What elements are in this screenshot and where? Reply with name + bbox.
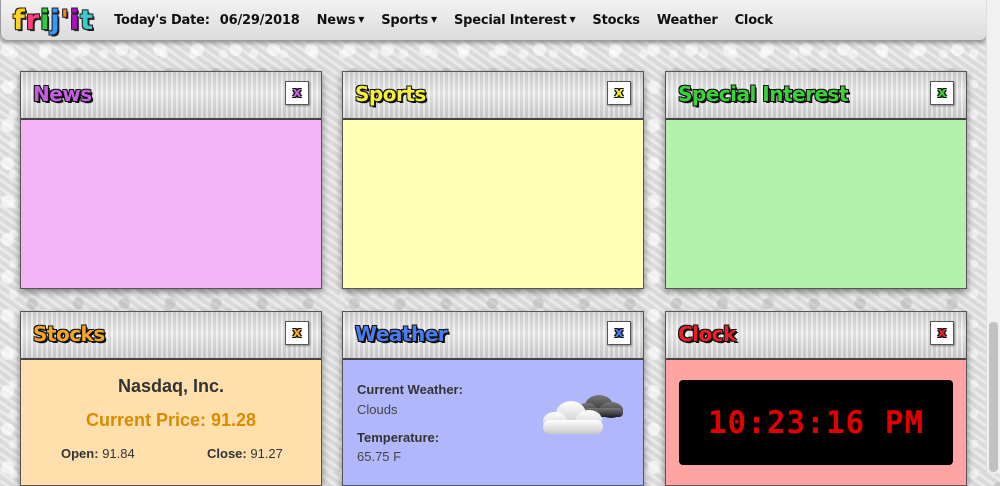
stocks-widget-body: Nasdaq, Inc. Current Price: 91.28 Open: … [21,360,321,485]
special-interest-close-button[interactable]: x [930,81,954,105]
weather-widget-title: Weather [355,322,448,346]
navbar: frij'it Today's Date: 06/29/2018 News ▼ S… [0,0,988,41]
logo-letter: f [13,4,26,36]
weather-close-button[interactable]: x [607,321,631,345]
stock-open-value: 91.84 [102,446,135,461]
nav-special-interest-dropdown[interactable]: Special Interest ▼ [453,12,576,28]
sports-widget: Sports x [342,71,644,289]
nav-news-label: News [316,12,356,28]
stocks-widget: Stocks x Nasdaq, Inc. Current Price: 91.… [20,311,322,486]
stocks-close-button[interactable]: x [285,321,309,345]
scrollbar-thumb[interactable] [989,322,998,472]
logo-letter: t [80,4,95,36]
special-interest-widget-body [666,120,966,288]
nav-stocks-link[interactable]: Stocks [592,13,640,28]
stock-open-label: Open: [61,446,99,461]
stocks-widget-header: Stocks x [21,312,321,360]
weather-widget: Weather x Current Weather: Clouds Temper… [342,311,644,486]
date-value: 06/29/2018 [219,12,300,28]
nav-news-dropdown[interactable]: News ▼ [317,13,365,28]
date-label: Today's Date: [114,12,210,28]
temperature-value: 65.75 F [357,449,402,464]
stock-close-value: 91.27 [250,446,283,461]
sports-widget-body [343,120,643,288]
weather-widget-body: Current Weather: Clouds Temperature: 65.… [343,360,643,485]
sports-close-button[interactable]: x [607,81,631,105]
news-widget: News x [20,71,322,289]
clock-widget: Clock x 10:23:16 PM [665,311,967,486]
stock-company-name: Nasdaq, Inc. [117,376,225,396]
stock-current-price: Current Price: 91.28 [85,410,257,430]
nav-sports-dropdown[interactable]: Sports ▼ [381,13,437,28]
special-interest-widget: Special Interest x [665,71,967,289]
clock-time: 10:23:16 PM [707,404,925,441]
logo-letter: j [50,4,61,36]
logo-letter: ' [60,4,70,36]
clock-widget-header: Clock x [666,312,966,360]
nav-clock-link[interactable]: Clock [735,13,773,28]
chevron-down-icon: ▼ [569,14,576,24]
cloud-icon [543,395,623,434]
special-interest-widget-header: Special Interest x [666,72,966,120]
clock-widget-body: 10:23:16 PM [666,360,966,485]
nav-special-interest-label: Special Interest [453,12,567,28]
logo-letter: i [40,4,51,36]
current-weather-label: Current Weather: [357,382,463,397]
nav-weather-link[interactable]: Weather [657,13,718,28]
chevron-down-icon: ▼ [358,14,365,24]
clock-display: 10:23:16 PM [679,380,953,465]
stocks-widget-title: Stocks [33,322,105,346]
temperature-label: Temperature: [357,430,440,445]
sports-widget-title: Sports [355,82,426,106]
clock-close-button[interactable]: x [930,321,954,345]
current-weather-value: Clouds [357,402,398,417]
logo[interactable]: frij'it [13,5,94,36]
logo-letter: r [25,4,41,36]
page-scrollbar[interactable] [986,0,1000,472]
weather-widget-header: Weather x [343,312,643,360]
stock-close: Close: 91.27 [207,446,283,461]
stock-open: Open: 91.84 [61,446,135,461]
special-interest-widget-title: Special Interest [678,82,849,106]
chevron-down-icon: ▼ [431,14,437,24]
news-widget-header: News x [21,72,321,120]
news-widget-title: News [33,82,92,106]
logo-letter: i [69,4,81,36]
news-close-button[interactable]: x [285,81,309,105]
news-widget-body [21,120,321,288]
stock-close-label: Close: [207,446,247,461]
clock-widget-title: Clock [678,322,736,346]
sports-widget-header: Sports x [343,72,643,120]
nav-sports-label: Sports [381,12,428,28]
